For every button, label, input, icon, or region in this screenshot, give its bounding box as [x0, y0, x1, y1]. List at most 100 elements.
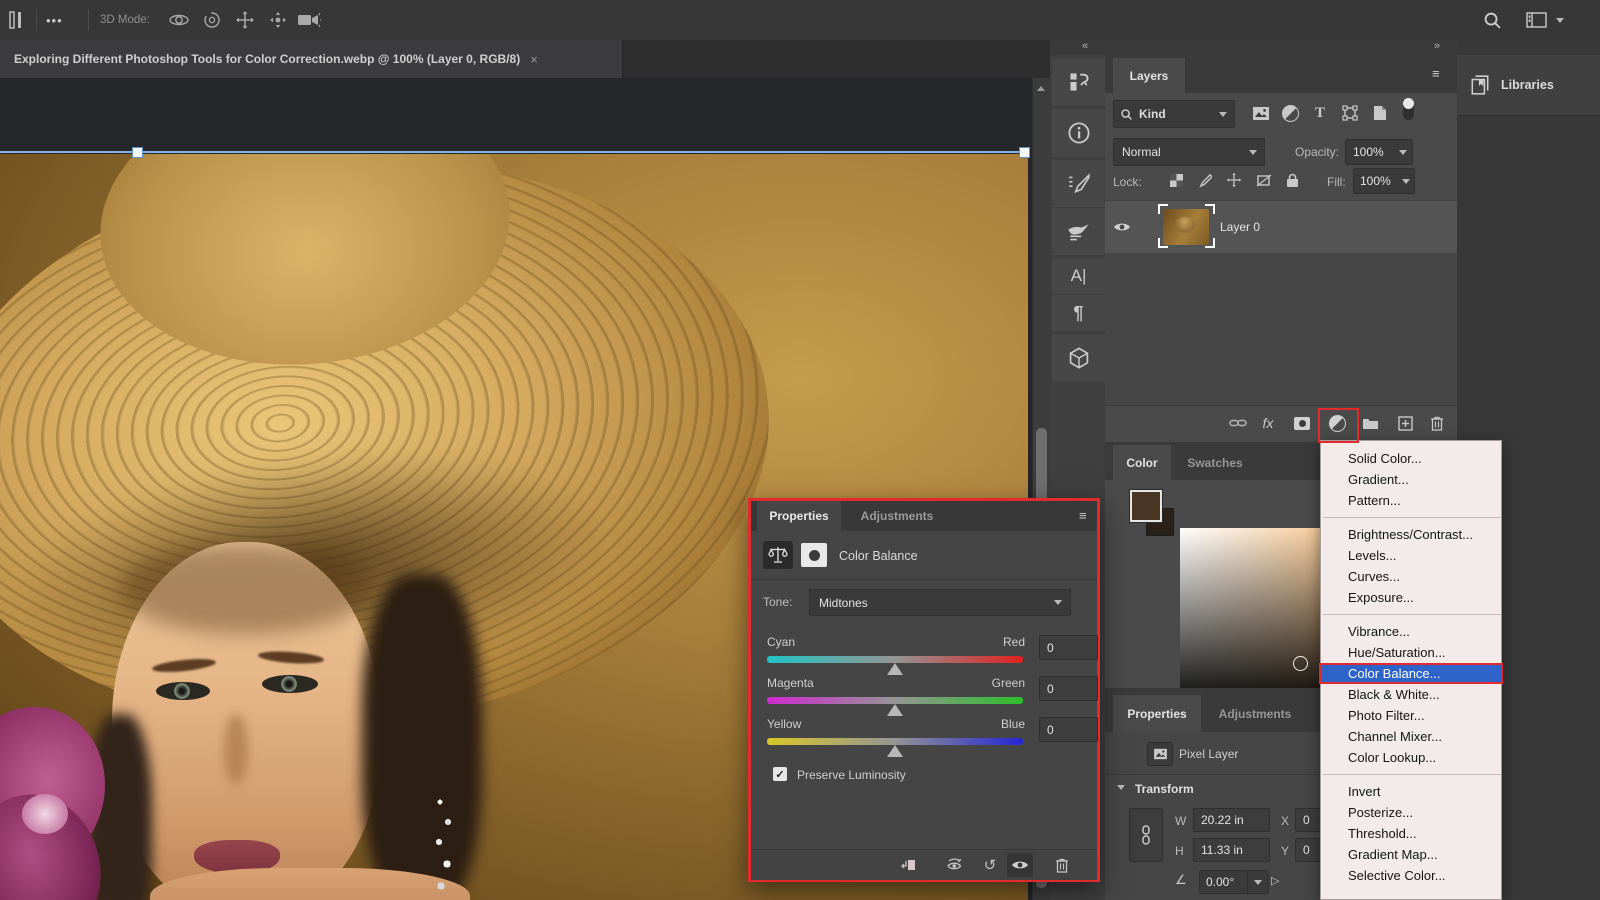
camera-3d-icon[interactable]: [295, 6, 323, 34]
expand-right-icon[interactable]: »: [1434, 40, 1440, 52]
lock-all-icon[interactable]: [1281, 169, 1303, 191]
filter-toggle-switch[interactable]: [1397, 98, 1419, 121]
floating-tab-properties[interactable]: Properties: [757, 501, 841, 531]
magenta-green-value-field[interactable]: 0: [1039, 676, 1098, 701]
menu-item[interactable]: Brightness/Contrast...: [1321, 524, 1501, 545]
menu-item[interactable]: Curves...: [1321, 566, 1501, 587]
toggle-visibility-eye-icon[interactable]: [1007, 853, 1033, 877]
preserve-luminosity-checkbox[interactable]: ✓: [773, 767, 787, 781]
document-tab[interactable]: Exploring Different Photoshop Tools for …: [0, 40, 623, 78]
character-panel-icon[interactable]: A|: [1052, 258, 1105, 294]
rotation-select[interactable]: 0.00°: [1199, 870, 1249, 894]
constrain-proportions-chain-icon[interactable]: [1129, 808, 1163, 862]
collapse-left-icon[interactable]: «: [1082, 40, 1088, 52]
magenta-green-slider-thumb[interactable]: [887, 704, 903, 716]
lock-artboard-icon[interactable]: [1253, 169, 1275, 191]
lock-transparency-icon[interactable]: [1165, 169, 1187, 191]
menu-item-color-balance-highlighted[interactable]: Color Balance...: [1321, 663, 1501, 684]
menu-item[interactable]: Hue/Saturation...: [1321, 642, 1501, 663]
menu-item[interactable]: Gradient...: [1321, 469, 1501, 490]
search-icon[interactable]: [1478, 6, 1506, 34]
delete-layer-trash-icon[interactable]: [1426, 412, 1448, 434]
brushes-panel-icon[interactable]: [1052, 208, 1105, 255]
3d-panel-icon[interactable]: [1052, 334, 1105, 382]
view-previous-state-icon[interactable]: [941, 853, 967, 877]
menu-item[interactable]: Channel Mixer...: [1321, 726, 1501, 747]
tab-swatches[interactable]: Swatches: [1177, 445, 1253, 480]
reset-adjustment-icon[interactable]: ↺: [977, 853, 1003, 877]
height-field[interactable]: 11.33 in: [1193, 838, 1270, 862]
link-layers-icon[interactable]: [1227, 412, 1249, 434]
pan-3d-icon[interactable]: [231, 6, 259, 34]
floating-panel-menu-icon[interactable]: ≡: [1079, 508, 1087, 523]
properties-panel-icon[interactable]: [1052, 58, 1105, 106]
orbit-3d-icon[interactable]: [165, 6, 193, 34]
brush-settings-panel-icon[interactable]: [1052, 160, 1105, 207]
flip-horizontal-icon[interactable]: ▷: [1271, 874, 1279, 887]
menu-item[interactable]: Posterize...: [1321, 802, 1501, 823]
filter-image-icon[interactable]: [1250, 102, 1272, 124]
info-panel-icon[interactable]: [1052, 109, 1105, 157]
menu-item[interactable]: Black & White...: [1321, 684, 1501, 705]
tab-color[interactable]: Color: [1113, 445, 1171, 480]
tab-layers[interactable]: Layers: [1113, 58, 1185, 93]
magenta-green-slider-track[interactable]: [767, 697, 1023, 704]
menu-item[interactable]: Color Lookup...: [1321, 747, 1501, 768]
filter-smart-object-icon[interactable]: [1369, 102, 1391, 124]
new-group-folder-icon[interactable]: [1359, 412, 1381, 434]
adjustment-mask-thumbnail[interactable]: [801, 543, 827, 567]
menu-item[interactable]: Threshold...: [1321, 823, 1501, 844]
layers-menu-icon[interactable]: ≡: [1432, 66, 1440, 81]
blend-mode-select[interactable]: Normal: [1113, 138, 1265, 166]
tab-adjustments[interactable]: Adjustments: [1209, 695, 1301, 732]
color-picker-cursor[interactable]: [1293, 656, 1308, 671]
menu-item[interactable]: Invert: [1321, 781, 1501, 802]
scroll-up-arrow-icon[interactable]: [1037, 86, 1045, 91]
rotation-chevron[interactable]: [1247, 870, 1269, 894]
lock-pixels-icon[interactable]: [1193, 169, 1215, 191]
new-layer-icon[interactable]: [1394, 412, 1416, 434]
menu-item[interactable]: Gradient Map...: [1321, 844, 1501, 865]
cyan-red-slider-track[interactable]: [767, 656, 1023, 663]
layer-thumbnail[interactable]: [1163, 209, 1209, 245]
transform-collapse-chevron[interactable]: [1117, 785, 1125, 790]
delete-adjustment-trash-icon[interactable]: [1049, 853, 1075, 877]
tone-select[interactable]: Midtones: [809, 589, 1071, 616]
menu-item[interactable]: Exposure...: [1321, 587, 1501, 608]
cyan-red-value-field[interactable]: 0: [1039, 635, 1098, 660]
layer-name[interactable]: Layer 0: [1220, 220, 1260, 234]
menu-item[interactable]: Vibrance...: [1321, 621, 1501, 642]
close-tab-icon[interactable]: ×: [530, 52, 538, 67]
filter-type-icon[interactable]: T: [1309, 102, 1331, 124]
floating-tab-adjustments[interactable]: Adjustments: [849, 501, 945, 531]
tab-libraries[interactable]: Libraries: [1457, 55, 1600, 116]
menu-item[interactable]: Photo Filter...: [1321, 705, 1501, 726]
workspace-switcher-icon[interactable]: [1522, 6, 1550, 34]
layer-visibility-eye-icon[interactable]: [1111, 216, 1133, 238]
chevron-down-icon[interactable]: [1556, 18, 1564, 23]
opacity-select[interactable]: 100%: [1345, 139, 1413, 165]
menu-item[interactable]: Selective Color...: [1321, 865, 1501, 886]
layer-row[interactable]: Layer 0: [1105, 200, 1457, 255]
transform-handle[interactable]: [1019, 147, 1030, 158]
layer-styles-fx-icon[interactable]: fx: [1257, 412, 1279, 434]
layer-filter-select[interactable]: Kind: [1113, 100, 1235, 128]
filter-shape-icon[interactable]: [1339, 102, 1361, 124]
add-layer-mask-icon[interactable]: [1291, 412, 1313, 434]
more-options-button[interactable]: •••: [46, 13, 63, 28]
yellow-blue-slider-track[interactable]: [767, 738, 1023, 745]
menu-item[interactable]: Pattern...: [1321, 490, 1501, 511]
tab-properties[interactable]: Properties: [1113, 695, 1201, 732]
fill-select[interactable]: 100%: [1353, 168, 1415, 194]
transform-handle[interactable]: [132, 147, 143, 158]
clip-to-layer-icon[interactable]: [895, 853, 921, 877]
paragraph-panel-icon[interactable]: ¶: [1052, 295, 1105, 331]
filter-adjustment-icon[interactable]: [1279, 102, 1301, 124]
cyan-red-slider-thumb[interactable]: [887, 663, 903, 675]
transform-selection-edge[interactable]: [0, 151, 1028, 153]
menu-item[interactable]: Levels...: [1321, 545, 1501, 566]
yellow-blue-value-field[interactable]: 0: [1039, 717, 1098, 742]
lock-position-icon[interactable]: [1223, 169, 1245, 191]
yellow-blue-slider-thumb[interactable]: [887, 745, 903, 757]
foreground-color-swatch[interactable]: [1129, 489, 1163, 523]
